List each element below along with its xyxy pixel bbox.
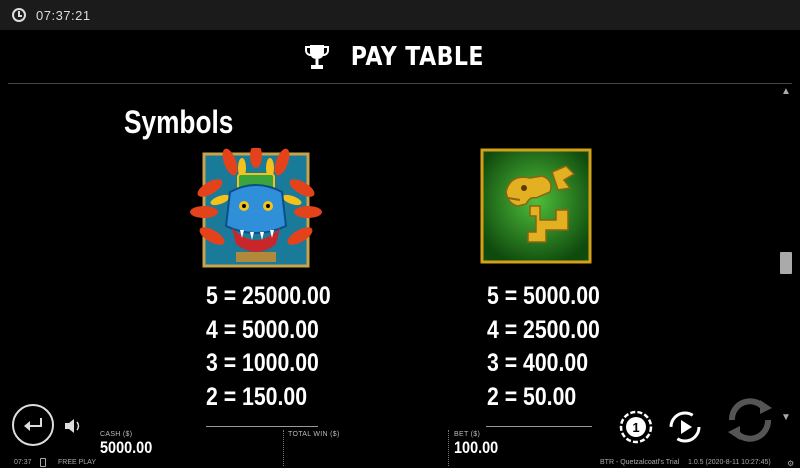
cash-value: 5000.00: [100, 438, 153, 457]
coin-bet-button[interactable]: 1: [619, 410, 653, 444]
scroll-thumb[interactable]: [780, 252, 792, 274]
pay-line: 3 = 1000.00: [206, 349, 319, 377]
status-bar: 07:37:21: [0, 0, 800, 30]
cash-label: CASH ($): [100, 431, 133, 438]
settings-gear-icon[interactable]: ⚙: [787, 459, 794, 468]
divider-dots: [283, 430, 284, 466]
clock-icon: [12, 8, 26, 22]
pay-line: 5 = 25000.00: [206, 282, 331, 310]
bet-label: BET ($): [454, 431, 481, 438]
footer-mode: FREE PLAY: [58, 459, 96, 466]
paylist-symbol-1: 5 = 25000.00 4 = 5000.00 3 = 1000.00 2 =…: [206, 280, 331, 414]
phone-icon: [40, 458, 46, 467]
paylist-symbol-2: 5 = 5000.00 4 = 2500.00 3 = 400.00 2 = 5…: [487, 280, 600, 414]
svg-text:1: 1: [632, 420, 639, 435]
paytable-header: PAY TABLE: [8, 30, 792, 84]
back-button[interactable]: [12, 404, 54, 446]
pay-line: 4 = 2500.00: [487, 315, 600, 344]
scroll-up-arrow-icon[interactable]: ▲: [781, 86, 791, 97]
pay-line: 5 = 5000.00: [487, 282, 600, 310]
section-title: Symbols: [124, 104, 234, 140]
divider-line: [486, 426, 592, 427]
page-title: PAY TABLE: [350, 41, 484, 72]
footer-version: 1.0.5 (2020-8-11 10:27:45): [688, 459, 771, 466]
status-time: 07:37:21: [36, 7, 91, 23]
pay-line: 3 = 400.00: [487, 349, 589, 377]
scrollbar[interactable]: ▲ ▼: [779, 86, 793, 426]
speaker-icon[interactable]: [64, 418, 82, 434]
symbol-quetzalcoatl-mask: [190, 144, 330, 279]
bet-value: 100.00: [454, 438, 499, 457]
footer-game: BTR - Quetzalcoatl's Trial: [600, 459, 680, 466]
pay-line: 4 = 5000.00: [206, 315, 319, 344]
spin-button[interactable]: [722, 392, 778, 448]
total-win-label: TOTAL WIN ($): [288, 431, 340, 438]
game-bottom-bar: CASH ($) 5000.00 TOTAL WIN ($) BET ($) 1…: [0, 398, 800, 468]
divider-line: [206, 426, 318, 427]
golden-serpent-icon: [480, 148, 592, 264]
trophy-icon: [304, 44, 329, 69]
divider-dots: [448, 430, 449, 466]
autoplay-button[interactable]: [668, 410, 702, 444]
quetzalcoatl-mask-icon: [190, 144, 322, 268]
return-arrow-icon: [24, 418, 42, 431]
symbol-golden-serpent: [480, 148, 600, 269]
footer-time: 07:37: [14, 459, 32, 466]
